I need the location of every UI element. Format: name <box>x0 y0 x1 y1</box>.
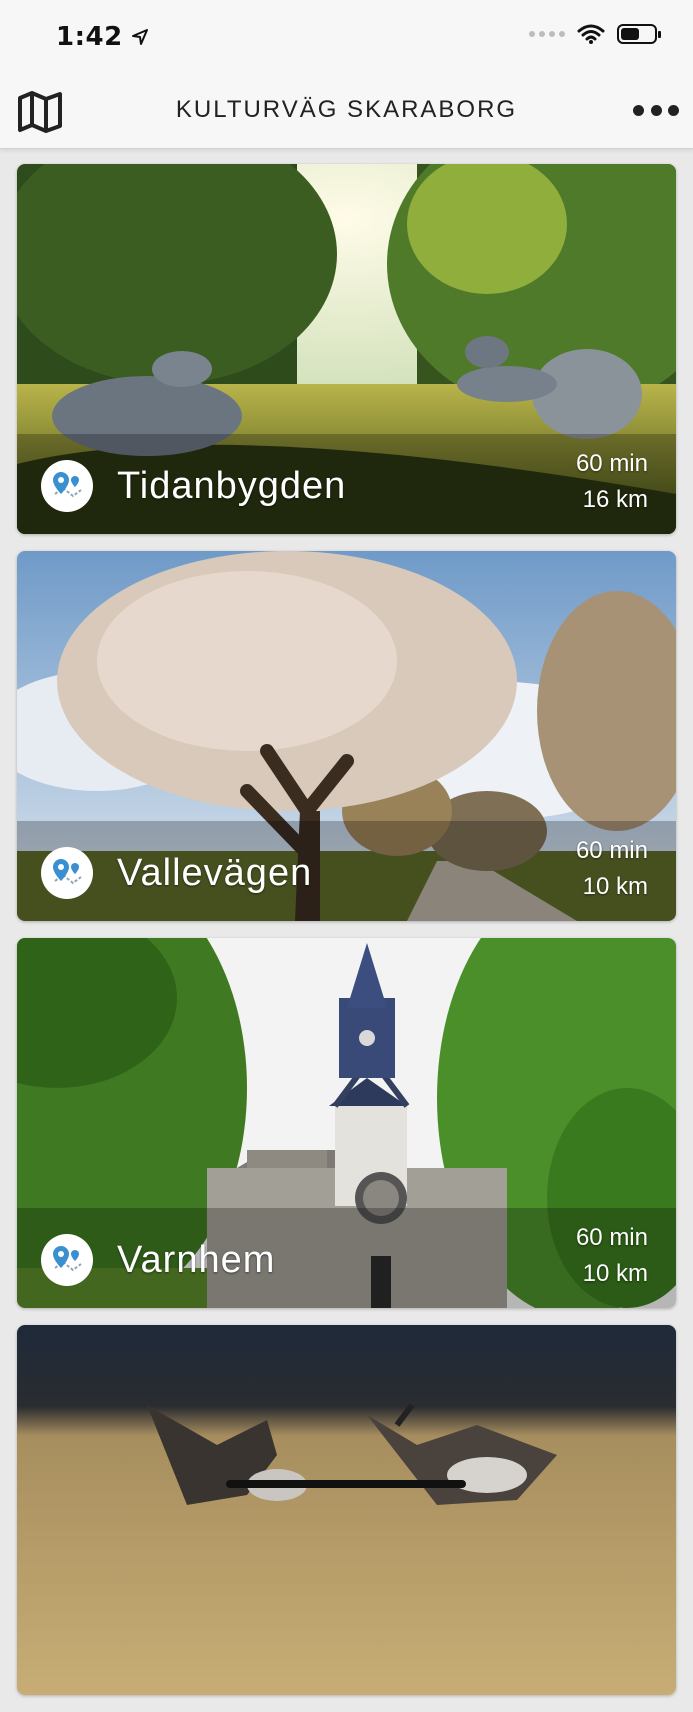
home-indicator[interactable] <box>226 1480 466 1488</box>
route-pin-icon <box>53 1246 82 1272</box>
route-duration: 60 min <box>575 837 648 864</box>
route-card-partial[interactable] <box>17 1325 676 1695</box>
route-pin-badge <box>41 1234 93 1286</box>
route-pin-icon <box>53 472 82 498</box>
more-icon <box>633 104 644 116</box>
status-time: 1:42 <box>56 22 149 52</box>
status-bar: 1:42 <box>0 0 693 78</box>
route-stats: 60 min 10 km <box>576 1220 648 1292</box>
route-distance: 16 km <box>582 486 648 513</box>
route-photo <box>17 1325 676 1695</box>
route-name: Varnhem <box>117 1239 276 1281</box>
route-card-vallevagen[interactable]: Vallevägen 60 min 10 km <box>17 551 676 921</box>
route-stats: 60 min 10 km <box>576 833 648 905</box>
location-arrow-icon <box>131 29 148 45</box>
status-indicators <box>529 24 661 44</box>
route-name: Tidanbygden <box>117 465 347 507</box>
route-pin-icon <box>53 859 82 885</box>
page-title: KULTURVÄG SKARABORG <box>175 96 518 123</box>
route-stats: 60 min 16 km <box>576 446 648 518</box>
route-distance: 10 km <box>582 1260 648 1287</box>
route-distance: 10 km <box>582 873 648 900</box>
more-button[interactable] <box>633 100 679 120</box>
route-name: Vallevägen <box>117 852 313 894</box>
signal-icon <box>529 31 565 37</box>
route-card-tidanbygden[interactable]: Tidanbygden 60 min 16 km <box>17 164 676 534</box>
route-card-varnhem[interactable]: Varnhem 60 min 10 km <box>17 938 676 1308</box>
app-header: KULTURVÄG SKARABORG <box>0 78 693 149</box>
wifi-icon <box>577 24 605 44</box>
route-pin-badge <box>41 847 93 899</box>
route-pin-badge <box>41 460 93 512</box>
route-duration: 60 min <box>575 450 648 477</box>
status-time-text: 1:42 <box>56 22 123 52</box>
battery-icon <box>617 24 661 44</box>
route-duration: 60 min <box>575 1224 648 1251</box>
